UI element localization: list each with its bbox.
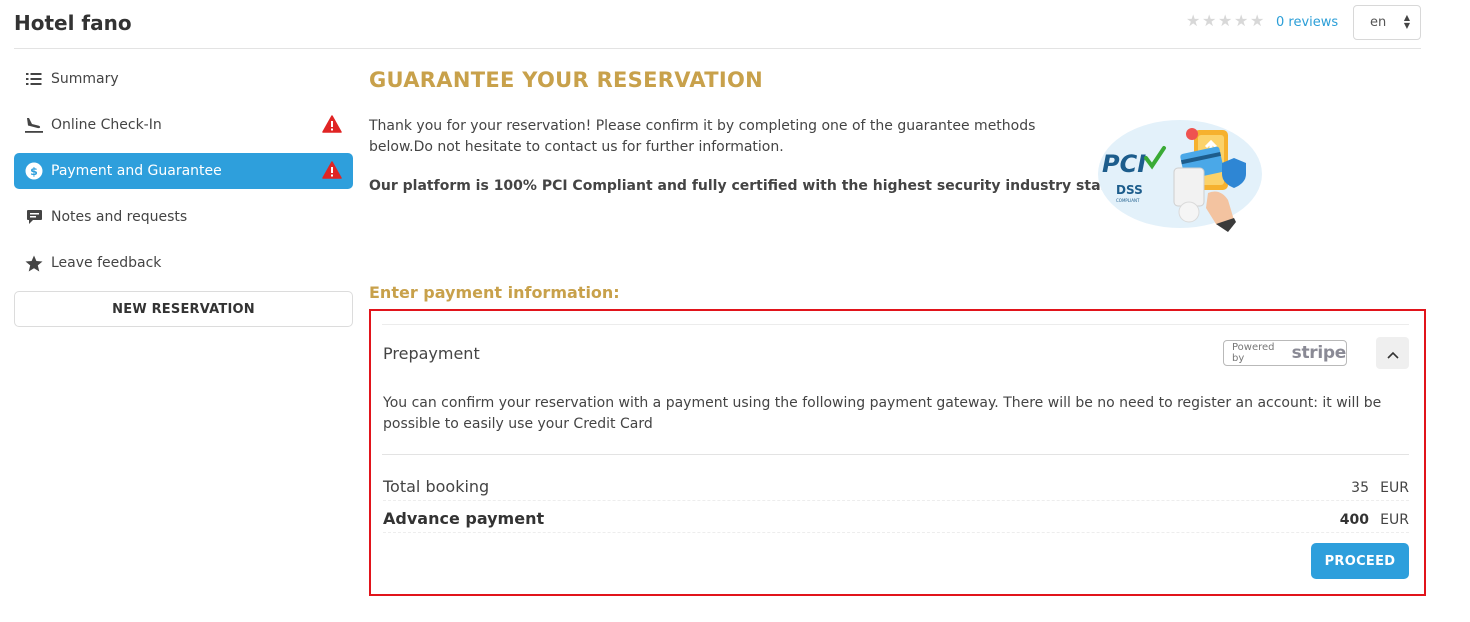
chevron-up-icon [1386,344,1399,363]
sidebar-item-summary[interactable]: Summary [14,61,353,97]
star-icon: ★ [1250,11,1265,30]
pci-dss-text: DSS [1116,183,1143,197]
message-icon [25,208,43,226]
star-icon: ★ [1234,11,1249,30]
prepayment-title: Prepayment [383,344,480,363]
payment-panel: Prepayment Powered by stripe You can con… [369,309,1426,596]
sidebar: Summary Online Check-In $ Payment and Gu… [14,61,353,327]
stripe-logo: stripe [1291,343,1347,363]
intro-text: Thank you for your reservation! Please c… [369,118,1036,155]
total-booking-amount: 35 [1351,480,1369,496]
language-select[interactable]: en ▲ ▼ [1353,5,1421,40]
enter-payment-heading: Enter payment information: [369,283,620,302]
rating-stars: ★ ★ ★ ★ ★ [1186,11,1265,30]
reviews-link[interactable]: 0 reviews [1276,15,1338,30]
stripe-prefix: Powered by [1232,342,1275,364]
svg-text:$: $ [30,165,38,178]
sidebar-item-label: Notes and requests [51,209,188,225]
warning-icon [322,115,342,133]
page-title: GUARANTEE YOUR RESERVATION [369,68,764,92]
total-booking-row: Total booking 35 EUR [383,477,1409,501]
total-booking-label: Total booking [383,477,490,496]
warning-icon [322,161,342,179]
sidebar-item-leave-feedback[interactable]: Leave feedback [14,245,353,281]
panel-divider [382,454,1409,455]
total-booking-currency: EUR [1380,480,1409,496]
proceed-button[interactable]: PROCEED [1311,543,1409,579]
language-value: en [1370,15,1387,30]
pci-compliant-text: COMPLIANT [1116,198,1140,203]
sidebar-item-label: Leave feedback [51,255,162,271]
dollar-circle-icon: $ [25,162,43,180]
hotel-name: Hotel fano [14,11,132,35]
select-caret-icon: ▲ ▼ [1403,13,1410,30]
sidebar-item-online-check-in[interactable]: Online Check-In [14,107,353,143]
star-icon: ★ [1202,11,1217,30]
payment-description: You can confirm your reservation with a … [383,395,1382,432]
advance-payment-amount: 400 [1339,512,1369,528]
list-icon [25,70,43,88]
plane-landing-icon [25,116,43,134]
collapse-button[interactable] [1376,337,1409,369]
advance-payment-label: Advance payment [383,509,545,528]
sidebar-item-label: Online Check-In [51,117,162,133]
star-icon: ★ [1218,11,1233,30]
compliance-text: Our platform is 100% PCI Compliant and f… [369,178,1147,194]
sidebar-item-label: Summary [51,71,119,87]
advance-payment-row: Advance payment 400 EUR [383,509,1409,533]
pci-logo-text: PCI [1102,150,1146,178]
pci-compliance-illustration: PCI DSS COMPLIANT [1096,108,1266,243]
sidebar-item-payment-guarantee[interactable]: $ Payment and Guarantee [14,153,353,189]
panel-divider [382,324,1409,325]
star-icon: ★ [1186,11,1201,30]
new-reservation-button[interactable]: NEW RESERVATION [14,291,353,327]
star-icon [25,254,43,272]
header: Hotel fano ★ ★ ★ ★ ★ 0 reviews en ▲ ▼ [14,0,1421,49]
sidebar-item-label: Payment and Guarantee [51,163,222,179]
powered-by-stripe-badge: Powered by stripe [1223,340,1347,366]
advance-payment-currency: EUR [1380,512,1409,528]
sidebar-item-notes-requests[interactable]: Notes and requests [14,199,353,235]
